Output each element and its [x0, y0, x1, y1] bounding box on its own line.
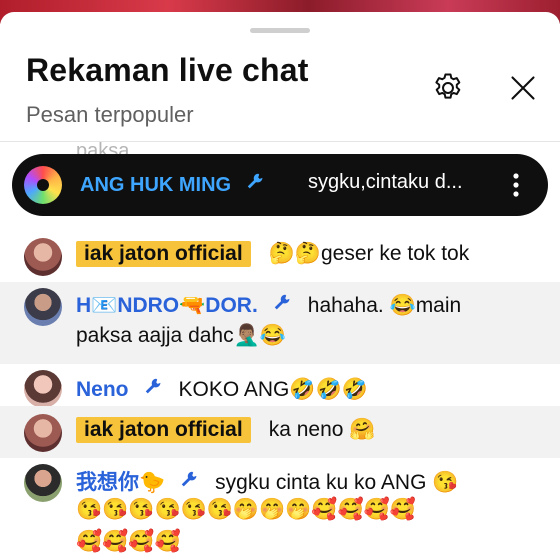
page-title: Rekaman live chat	[26, 52, 309, 88]
wrench-icon	[181, 471, 197, 487]
close-button[interactable]	[505, 70, 541, 106]
message-line: 我想你🐤 sygku cinta ku ko ANG 😘	[76, 466, 458, 496]
chat-message[interactable]: iak jaton official 🤔🤔geser ke tok tok	[0, 232, 560, 282]
sheet-header: Rekaman live chat Pesan terpopuler	[0, 12, 560, 142]
message-text-continued: paksa aajja dahc🤦🏽‍♂️😂	[76, 324, 286, 347]
wrench-icon	[247, 173, 263, 189]
avatar[interactable]	[24, 370, 62, 408]
message-line: H📧NDRO🔫DOR. hahaha. 😂main	[76, 292, 461, 318]
message-text: sygku cinta ku ko ANG 😘	[215, 471, 459, 494]
wrench-icon	[274, 294, 290, 310]
chat-message[interactable]: iak jaton official ka neno 🤗	[0, 406, 560, 458]
settings-button[interactable]	[430, 70, 466, 106]
message-line: iak jaton official 🤔🤔geser ke tok tok	[76, 241, 470, 267]
chat-list[interactable]: paksa ANG HUK MING sygku,cintaku d... ia…	[0, 140, 560, 560]
message-text: 🤔🤔geser ke tok tok	[268, 242, 470, 265]
pinned-message-text: sygku,cintaku d...	[308, 171, 463, 193]
avatar[interactable]	[24, 288, 62, 326]
chat-message[interactable]: H📧NDRO🔫DOR. hahaha. 😂main paksa aajja dah…	[0, 282, 560, 364]
author-name[interactable]: Neno	[76, 378, 129, 401]
message-text-continued: 🥰🥰🥰🥰	[76, 530, 181, 553]
avatar[interactable]	[24, 166, 62, 204]
message-text-continued: 😘😘😘😘😘😘🤭🤭🤭🥰🥰🥰🥰	[76, 498, 416, 521]
message-line: iak jaton official ka neno 🤗	[76, 417, 376, 443]
avatar[interactable]	[24, 464, 62, 502]
message-text: ka neno 🤗	[268, 418, 376, 441]
wrench-icon	[145, 378, 160, 394]
close-icon	[511, 76, 535, 100]
chat-message[interactable]: 我想你🐤 sygku cinta ku ko ANG 😘 😘😘😘😘😘😘🤭🤭🤭🥰🥰🥰…	[0, 458, 560, 560]
author-name[interactable]: iak jaton official	[76, 417, 251, 443]
author-name[interactable]: 我想你🐤	[76, 471, 165, 494]
message-line: Neno KOKO ANG🤣🤣🤣	[76, 376, 368, 402]
more-vert-icon[interactable]	[510, 170, 522, 200]
gear-icon	[435, 73, 461, 99]
pinned-author-name: ANG HUK MING	[80, 174, 232, 196]
avatar[interactable]	[24, 414, 62, 452]
chat-filter-label[interactable]: Pesan terpopuler	[26, 102, 194, 128]
author-name[interactable]: iak jaton official	[76, 241, 251, 267]
pinned-author: ANG HUK MING	[80, 171, 267, 197]
avatar[interactable]	[24, 238, 62, 276]
message-text: KOKO ANG🤣🤣🤣	[178, 378, 368, 401]
author-name[interactable]: H📧NDRO🔫DOR.	[76, 294, 258, 317]
message-text: hahaha. 😂main	[307, 294, 462, 317]
pinned-message[interactable]: ANG HUK MING sygku,cintaku d...	[12, 154, 548, 216]
live-chat-replay-sheet: Rekaman live chat Pesan terpopuler paksa…	[0, 12, 560, 560]
